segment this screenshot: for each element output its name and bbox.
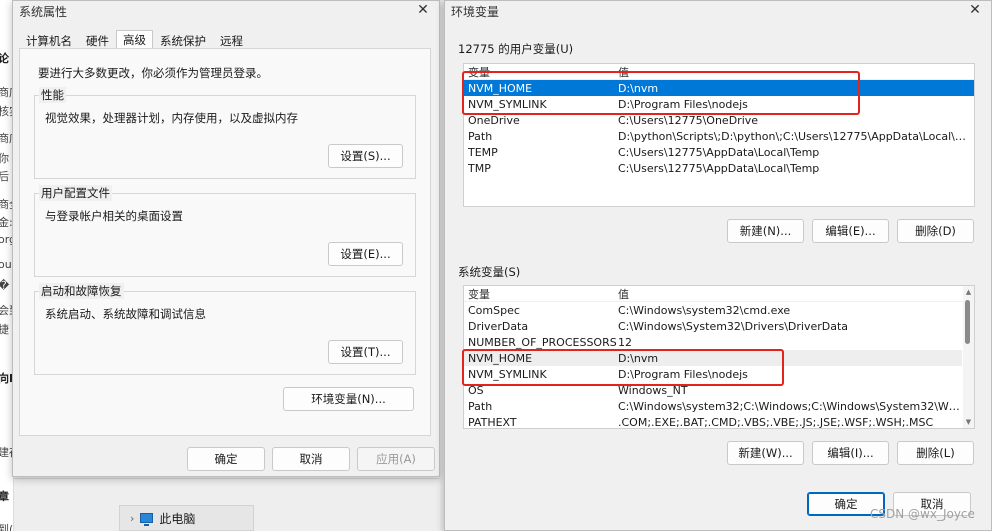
environment-variables-button[interactable]: 环境变量(N)... [283,387,414,411]
ok-button[interactable]: 确定 [187,447,265,471]
list-row[interactable]: Path C:\Windows\system32;C:\Windows;C:\W… [464,398,962,414]
admin-note: 要进行大多数更改，你必须作为管理员登录。 [38,66,268,80]
var-name: TEMP [468,145,498,159]
var-name: OneDrive [468,113,520,127]
var-value: C:\Users\12775\AppData\Local\Temp [618,145,820,159]
var-name: Path [468,129,493,143]
apply-button[interactable]: 应用(A) [357,447,435,471]
list-row[interactable]: PATHEXT .COM;.EXE;.BAT;.CMD;.VBS;.VBE;.J… [464,414,962,429]
tab-remote[interactable]: 远程 [213,31,250,49]
system-new-button[interactable]: 新建(W)... [727,441,804,465]
group-title: 性能 [39,87,66,103]
tab-advanced[interactable]: 高级 [116,30,153,48]
user-vars-label: 12775 的用户变量(U) [458,42,574,56]
column-header-name[interactable]: 变量 [464,286,618,302]
close-icon[interactable]: ✕ [961,1,989,19]
system-delete-button[interactable]: 删除(L) [897,441,974,465]
cancel-button[interactable]: 取消 [272,447,350,471]
tab-system-protection[interactable]: 系统保护 [153,31,213,49]
group-description: 与登录帐户相关的桌面设置 [45,209,183,223]
tab-hardware[interactable]: 硬件 [79,31,116,49]
startup-recovery-group: 启动和故障恢复 系统启动、系统故障和调试信息 设置(T)... [34,283,416,375]
group-description: 视觉效果，处理器计划，内存使用，以及虚拟内存 [45,111,298,125]
this-pc-item[interactable]: › 此电脑 [119,505,254,531]
group-title: 用户配置文件 [39,185,112,201]
computer-icon [140,513,154,526]
list-row[interactable]: ComSpec C:\Windows\system32\cmd.exe [464,302,962,318]
user-edit-button[interactable]: 编辑(E)... [812,219,889,243]
close-icon[interactable]: ✕ [409,1,437,19]
var-value: C:\Windows\System32\Drivers\DriverData [618,319,849,333]
tab-computer-name[interactable]: 计算机名 [19,31,79,49]
user-new-button[interactable]: 新建(N)... [727,219,804,243]
list-row[interactable]: Path D:\python\Scripts\;D:\python\;C:\Us… [464,128,974,144]
var-value: .COM;.EXE;.BAT;.CMD;.VBS;.VBE;.JS;.JSE;.… [618,415,934,429]
background-text: 论 [0,50,9,66]
var-name: NUMBER_OF_PROCESSORS [468,335,617,349]
scroll-up-icon[interactable]: ▲ [963,288,974,296]
var-value: D:\python\Scripts\;D:\python\;C:\Users\1… [618,129,974,143]
scroll-down-icon[interactable]: ▼ [963,418,974,426]
background-text: 你 [0,150,9,166]
user-profile-group: 用户配置文件 与登录帐户相关的桌面设置 设置(E)... [34,185,416,277]
background-text: 金: [0,216,13,229]
advanced-tab-panel: 要进行大多数更改，你必须作为管理员登录。 性能 视觉效果，处理器计划，内存使用，… [19,48,431,436]
var-value: C:\Users\12775\AppData\Local\Temp [618,161,820,175]
var-value: C:\Users\12775\OneDrive [618,113,759,127]
dialog-title: 系统属性 [19,5,68,19]
file-explorer-nav: › 此电脑 [14,478,444,531]
var-name: ComSpec [468,303,520,317]
system-edit-button[interactable]: 编辑(I)... [812,441,889,465]
startup-settings-button[interactable]: 设置(T)... [328,340,403,364]
var-name: TMP [468,161,491,175]
chevron-right-icon[interactable]: › [130,512,134,525]
list-row[interactable]: TMP C:\Users\12775\AppData\Local\Temp [464,160,974,176]
background-text: 捷 [0,321,9,337]
background-text: 后 [0,168,9,184]
list-row[interactable]: DriverData C:\Windows\System32\Drivers\D… [464,318,962,334]
this-pc-label: 此电脑 [159,511,196,526]
highlight-box [462,71,860,115]
background-text: 到(vue) 面试前必刷题 [0,523,14,531]
scroll-thumb[interactable] [965,300,970,344]
system-properties-dialog: 系统属性 ✕ 计算机名 硬件 高级 系统保护 远程 要进行大多数更改，你必须作为… [12,0,440,477]
scrollbar[interactable]: ▲ ▼ [963,286,974,428]
list-header: 变量 值 [464,286,974,302]
var-value: C:\Windows\system32\cmd.exe [618,303,791,317]
background-text: ou [0,258,12,271]
performance-settings-button[interactable]: 设置(S)... [328,144,403,168]
var-name: DriverData [468,319,529,333]
group-description: 系统启动、系统故障和调试信息 [45,307,206,321]
group-title: 启动和故障恢复 [39,283,124,299]
performance-group: 性能 视觉效果，处理器计划，内存使用，以及虚拟内存 设置(S)... [34,87,416,179]
user-delete-button[interactable]: 删除(D) [897,219,974,243]
var-name: Path [468,399,493,413]
var-value: 12 [618,335,632,349]
var-value: C:\Windows\system32;C:\Windows;C:\Window… [618,399,962,413]
profile-settings-button[interactable]: 设置(E)... [328,242,403,266]
environment-variables-dialog: 环境变量 ✕ 12775 的用户变量(U) 变量 值 NVM_HOME D:\n… [444,0,992,531]
tab-bar: 计算机名 硬件 高级 系统保护 远程 [19,30,250,49]
system-vars-label: 系统变量(S) [458,265,521,279]
var-name: PATHEXT [468,415,517,429]
watermark: CSDN @wx_Joyce [870,507,975,521]
highlight-box [462,349,784,386]
background-text: 章 [0,488,9,504]
list-row[interactable]: NUMBER_OF_PROCESSORS 12 [464,334,962,350]
background-text: � [0,279,9,292]
dialog-title: 环境变量 [451,5,500,19]
list-row[interactable]: TEMP C:\Users\12775\AppData\Local\Temp [464,144,974,160]
column-header-value[interactable]: 值 [618,286,974,302]
